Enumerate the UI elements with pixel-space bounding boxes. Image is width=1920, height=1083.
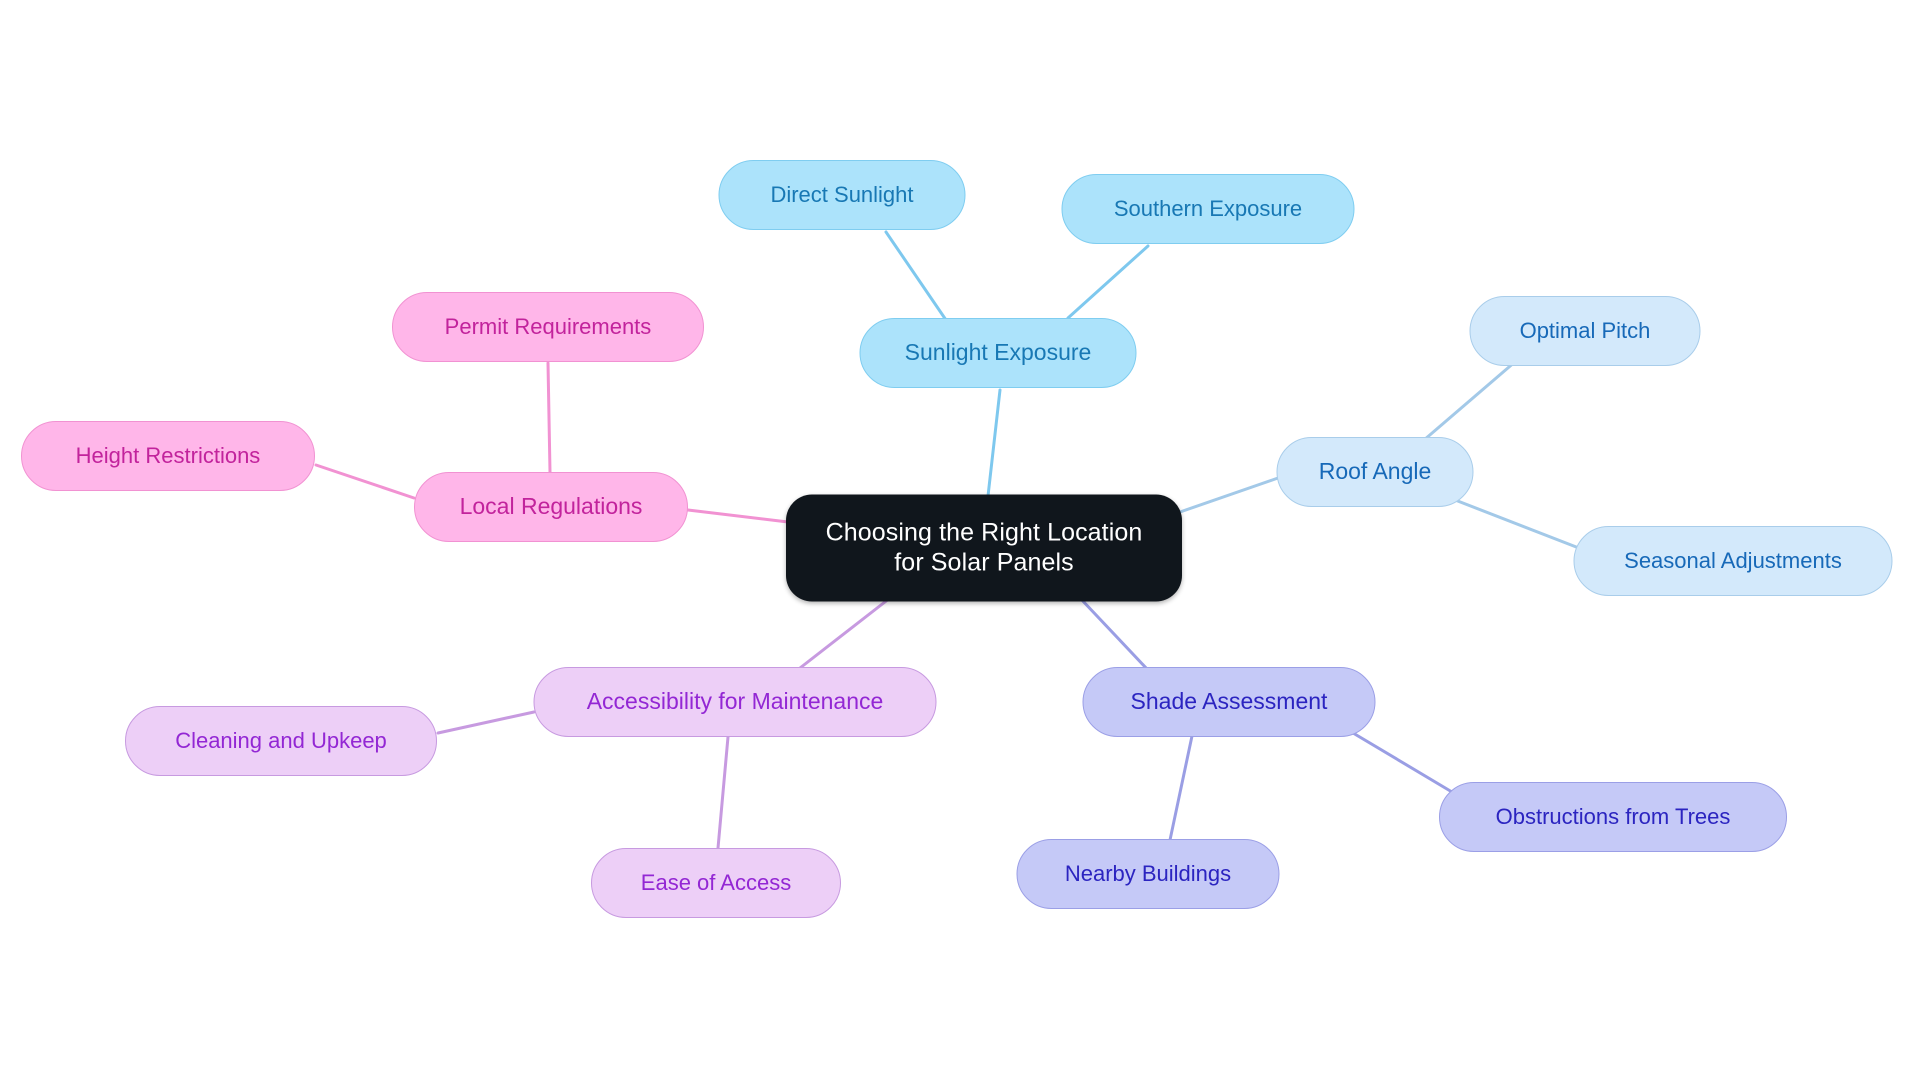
connector-root-to-shade-assessment (1078, 596, 1150, 672)
connector-sunlight-exposure-to-southern-exposure (1066, 244, 1150, 320)
mindmap-leaf-optimal-pitch[interactable]: Optimal Pitch (1469, 296, 1701, 366)
mindmap-leaf-obstructions-from-trees[interactable]: Obstructions from Trees (1439, 782, 1787, 852)
mindmap-leaf-southern-exposure-label: Southern Exposure (1113, 196, 1303, 222)
mindmap-leaf-permit-requirements-label: Permit Requirements (444, 314, 652, 340)
mindmap-branch-roof-angle[interactable]: Roof Angle (1276, 437, 1474, 507)
connector-root-to-sunlight-exposure (986, 388, 1002, 498)
mindmap-leaf-cleaning-and-upkeep[interactable]: Cleaning and Upkeep (125, 706, 437, 776)
mindmap-branch-accessibility-for-maintenance[interactable]: Accessibility for Maintenance (533, 667, 937, 737)
mindmap-leaf-optimal-pitch-label: Optimal Pitch (1519, 318, 1651, 344)
mindmap-leaf-nearby-buildings[interactable]: Nearby Buildings (1016, 839, 1280, 909)
mindmap-leaf-height-restrictions-label: Height Restrictions (75, 443, 261, 469)
mindmap-canvas: Choosing the Right Location for Solar Pa… (0, 0, 1920, 1083)
mindmap-branch-local-regulations[interactable]: Local Regulations (414, 472, 688, 542)
connector-sunlight-exposure-to-direct-sunlight (884, 230, 948, 322)
connector-local-regulations-to-height-restrictions (314, 463, 416, 500)
mindmap-root-node-label: Choosing the Right Location for Solar Pa… (825, 518, 1143, 577)
mindmap-leaf-seasonal-adjustments[interactable]: Seasonal Adjustments (1573, 526, 1893, 596)
connector-accessibility-for-maintenance-to-ease-of-access (716, 735, 730, 850)
mindmap-leaf-southern-exposure[interactable]: Southern Exposure (1061, 174, 1355, 244)
mindmap-branch-local-regulations-label: Local Regulations (459, 493, 643, 520)
connector-roof-angle-to-seasonal-adjustments (1448, 496, 1586, 552)
connector-roof-angle-to-optimal-pitch (1422, 359, 1518, 442)
mindmap-leaf-direct-sunlight[interactable]: Direct Sunlight (718, 160, 966, 230)
mindmap-branch-sunlight-exposure-label: Sunlight Exposure (904, 339, 1092, 366)
mindmap-leaf-ease-of-access[interactable]: Ease of Access (591, 848, 841, 918)
mindmap-branch-sunlight-exposure[interactable]: Sunlight Exposure (859, 318, 1137, 388)
mindmap-leaf-height-restrictions[interactable]: Height Restrictions (21, 421, 315, 491)
connector-root-to-local-regulations (686, 508, 790, 524)
connector-shade-assessment-to-obstructions-from-trees (1346, 728, 1454, 794)
mindmap-leaf-seasonal-adjustments-label: Seasonal Adjustments (1624, 548, 1842, 574)
mindmap-branch-shade-assessment-label: Shade Assessment (1130, 688, 1328, 715)
mindmap-leaf-ease-of-access-label: Ease of Access (640, 870, 792, 896)
connector-local-regulations-to-permit-requirements (546, 361, 552, 474)
connector-root-to-roof-angle (1178, 476, 1280, 514)
mindmap-leaf-direct-sunlight-label: Direct Sunlight (770, 182, 914, 208)
mindmap-branch-shade-assessment[interactable]: Shade Assessment (1082, 667, 1376, 737)
mindmap-branch-accessibility-for-maintenance-label: Accessibility for Maintenance (586, 688, 884, 715)
connector-shade-assessment-to-nearby-buildings (1168, 734, 1194, 842)
mindmap-leaf-obstructions-from-trees-label: Obstructions from Trees (1495, 804, 1731, 830)
connector-root-to-accessibility-for-maintenance (798, 596, 892, 670)
mindmap-leaf-cleaning-and-upkeep-label: Cleaning and Upkeep (175, 728, 387, 754)
connector-accessibility-for-maintenance-to-cleaning-and-upkeep (436, 710, 536, 735)
mindmap-leaf-permit-requirements[interactable]: Permit Requirements (392, 292, 704, 362)
mindmap-root-node[interactable]: Choosing the Right Location for Solar Pa… (786, 494, 1182, 602)
mindmap-leaf-nearby-buildings-label: Nearby Buildings (1064, 861, 1232, 887)
mindmap-branch-roof-angle-label: Roof Angle (1318, 458, 1432, 485)
